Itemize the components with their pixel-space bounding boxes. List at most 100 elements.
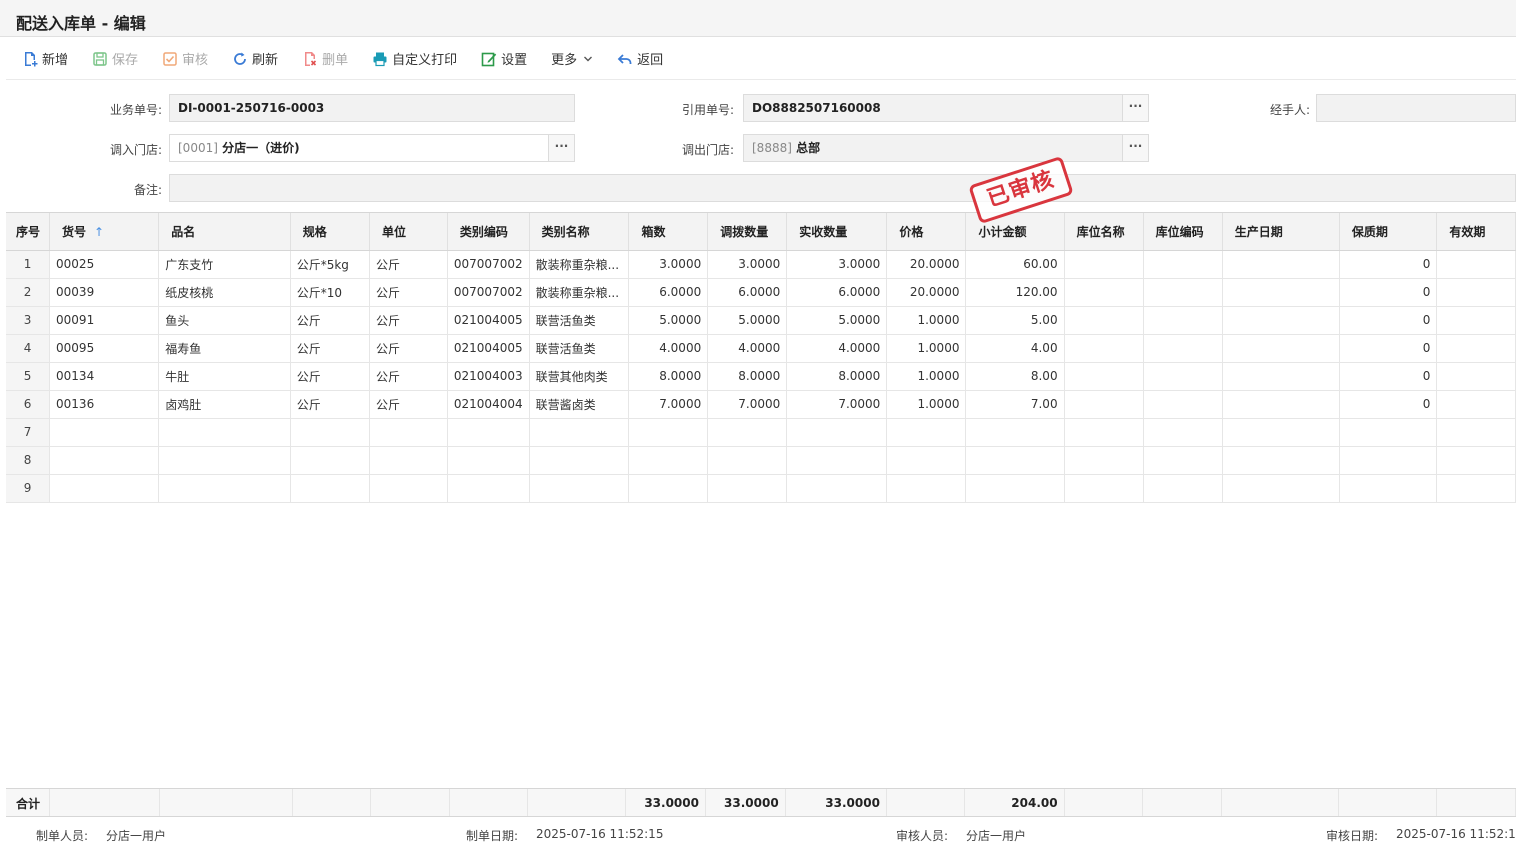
table-cell[interactable] — [1339, 418, 1438, 447]
table-cell[interactable]: 公斤*5kg — [290, 250, 370, 279]
table-cell[interactable]: 公斤 — [290, 306, 370, 335]
table-cell[interactable]: 联营酱卤类 — [529, 390, 630, 419]
table-cell[interactable]: 公斤 — [290, 334, 370, 363]
in-store-field[interactable]: [0001] 分店一（进价) ··· — [169, 134, 575, 162]
table-cell[interactable] — [290, 418, 370, 447]
table-cell[interactable]: 5.0000 — [786, 306, 888, 335]
table-cell[interactable]: 120.00 — [965, 278, 1065, 307]
table-cell[interactable]: 公斤*10 — [290, 278, 370, 307]
table-cell[interactable] — [529, 474, 630, 503]
table-cell[interactable]: 6.0000 — [628, 278, 709, 307]
column-header[interactable]: 库位名称 — [1064, 213, 1144, 251]
table-row[interactable]: 9 — [6, 474, 1516, 503]
table-cell[interactable]: 8.0000 — [786, 362, 888, 391]
table-cell[interactable]: 3.0000 — [707, 250, 788, 279]
save-button[interactable]: 保存 — [92, 49, 138, 68]
table-cell[interactable]: 20.0000 — [886, 250, 967, 279]
table-cell[interactable]: 021004003 — [447, 362, 530, 391]
column-header[interactable]: 规格 — [290, 213, 370, 251]
column-header[interactable]: 类别编码 — [447, 213, 530, 251]
column-header[interactable]: 箱数 — [628, 213, 709, 251]
table-cell[interactable]: 7.0000 — [707, 390, 788, 419]
table-cell[interactable] — [49, 474, 160, 503]
table-cell[interactable]: 联营活鱼类 — [529, 334, 630, 363]
table-cell[interactable] — [1143, 418, 1223, 447]
table-cell[interactable]: 公斤 — [290, 390, 370, 419]
column-header[interactable]: 价格 — [886, 213, 967, 251]
table-cell[interactable]: 021004005 — [447, 306, 530, 335]
table-cell[interactable]: 5.0000 — [628, 306, 709, 335]
custom-print-button[interactable]: 自定义打印 — [372, 49, 457, 68]
in-store-picker-button[interactable]: ··· — [548, 135, 574, 161]
table-row[interactable]: 6 00136 卤鸡肚 公斤 公斤 021004004 联营酱卤类 7.0000 7.0000 7… — [6, 390, 1516, 419]
table-cell[interactable] — [369, 418, 448, 447]
remark-field[interactable] — [169, 174, 1516, 202]
table-cell[interactable] — [1143, 278, 1223, 307]
table-cell[interactable]: 鱼头 — [158, 306, 291, 335]
table-cell[interactable] — [786, 446, 888, 475]
table-cell[interactable]: 广东支竹 — [158, 250, 291, 279]
column-header[interactable]: 单位 — [369, 213, 448, 251]
table-cell[interactable] — [965, 446, 1065, 475]
table-cell[interactable] — [49, 446, 160, 475]
table-cell[interactable]: 公斤 — [369, 278, 448, 307]
table-cell[interactable]: 7.0000 — [628, 390, 709, 419]
table-cell[interactable]: 公斤 — [369, 390, 448, 419]
table-cell[interactable]: 021004005 — [447, 334, 530, 363]
table-cell[interactable]: 1.0000 — [886, 362, 967, 391]
table-row[interactable]: 3 00091 鱼头 公斤 公斤 021004005 联营活鱼类 5.0000 5.0000 5.… — [6, 306, 1516, 335]
table-cell[interactable] — [1436, 362, 1516, 391]
table-cell[interactable] — [529, 418, 630, 447]
table-cell[interactable]: 福寿鱼 — [158, 334, 291, 363]
table-cell[interactable] — [1064, 362, 1144, 391]
table-cell[interactable] — [1143, 306, 1223, 335]
table-cell[interactable] — [1222, 446, 1340, 475]
table-cell[interactable]: 0 — [1339, 362, 1438, 391]
sort-ascending-icon[interactable]: ↑ — [94, 225, 104, 239]
table-cell[interactable] — [707, 446, 788, 475]
table-cell[interactable] — [1143, 390, 1223, 419]
table-cell[interactable]: 00091 — [49, 306, 160, 335]
table-cell[interactable]: 联营其他肉类 — [529, 362, 630, 391]
table-cell[interactable]: 00025 — [49, 250, 160, 279]
out-store-field[interactable]: [8888] 总部 ··· — [743, 134, 1149, 162]
table-cell[interactable] — [1222, 418, 1340, 447]
table-cell[interactable] — [1436, 474, 1516, 503]
delete-button[interactable]: 删单 — [302, 49, 348, 68]
table-cell[interactable] — [628, 474, 709, 503]
table-cell[interactable]: 20.0000 — [886, 278, 967, 307]
table-cell[interactable] — [1436, 334, 1516, 363]
table-cell[interactable] — [158, 474, 291, 503]
table-cell[interactable]: 7.00 — [965, 390, 1065, 419]
column-header[interactable]: 调拨数量 — [707, 213, 788, 251]
column-header[interactable]: 有效期 — [1436, 213, 1516, 251]
settings-button[interactable]: 设置 — [481, 49, 527, 68]
table-cell[interactable]: 4.0000 — [707, 334, 788, 363]
table-cell[interactable]: 00134 — [49, 362, 160, 391]
table-row[interactable]: 2 00039 纸皮核桃 公斤*10 公斤 007007002 散装称重杂粮... 6.000… — [6, 278, 1516, 307]
table-cell[interactable] — [369, 446, 448, 475]
table-row[interactable]: 5 00134 牛肚 公斤 公斤 021004003 联营其他肉类 8.0000 8.0000 8… — [6, 362, 1516, 391]
table-cell[interactable] — [1143, 362, 1223, 391]
column-header[interactable]: 保质期 — [1339, 213, 1438, 251]
table-cell[interactable]: 3.0000 — [786, 250, 888, 279]
table-cell[interactable]: 021004004 — [447, 390, 530, 419]
new-button[interactable]: 新增 — [22, 49, 68, 68]
column-header[interactable]: 类别名称 — [529, 213, 630, 251]
table-cell[interactable] — [886, 446, 967, 475]
table-cell[interactable] — [1064, 306, 1144, 335]
biz-no-field[interactable]: DI-0001-250716-0003 — [169, 94, 575, 122]
table-cell[interactable]: 3.0000 — [628, 250, 709, 279]
table-cell[interactable] — [1222, 334, 1340, 363]
table-cell[interactable] — [529, 446, 630, 475]
table-cell[interactable]: 0 — [1339, 390, 1438, 419]
table-cell[interactable]: 散装称重杂粮... — [529, 250, 630, 279]
table-cell[interactable] — [1064, 250, 1144, 279]
table-cell[interactable] — [1222, 390, 1340, 419]
table-cell[interactable] — [158, 418, 291, 447]
ref-no-field[interactable]: DO8882507160008 ··· — [743, 94, 1149, 122]
table-row[interactable]: 8 — [6, 446, 1516, 475]
table-cell[interactable]: 0 — [1339, 334, 1438, 363]
table-cell[interactable] — [1436, 390, 1516, 419]
table-cell[interactable] — [1436, 418, 1516, 447]
